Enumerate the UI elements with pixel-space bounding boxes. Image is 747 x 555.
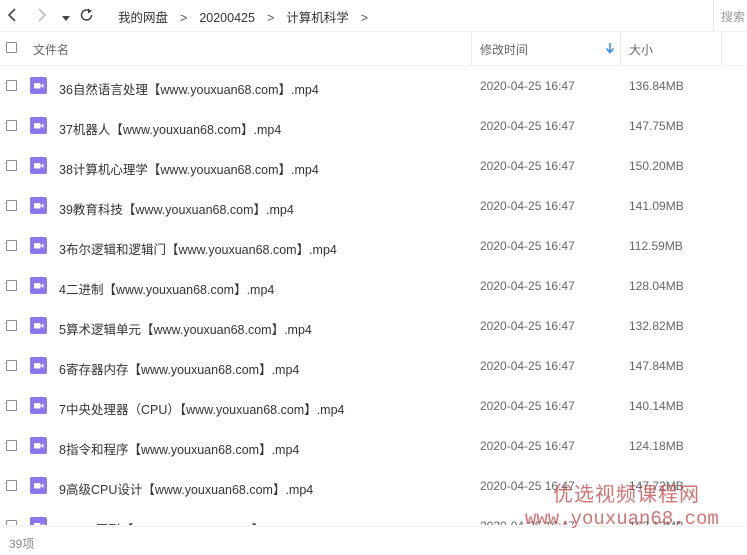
row-checkbox[interactable] bbox=[6, 200, 17, 211]
file-name[interactable]: 7中央处理器（CPU）【www.youxuan68.com】.mp4 bbox=[59, 399, 345, 418]
file-name[interactable]: 5算术逻辑单元【www.youxuan68.com】.mp4 bbox=[59, 319, 312, 338]
file-name[interactable]: 39教育科技【www.youxuan68.com】.mp4 bbox=[59, 199, 294, 218]
file-modified-time: 2020-04-25 16:47 bbox=[480, 199, 575, 213]
file-name[interactable]: 27_3D图形【www.youxuan68.com】.mp4 bbox=[59, 519, 292, 525]
table-row[interactable]: 4二进制【www.youxuan68.com】.mp4 2020-04-25 16… bbox=[0, 266, 747, 306]
column-divider[interactable] bbox=[721, 31, 722, 65]
breadcrumb-item[interactable]: 计算机科学 bbox=[286, 7, 349, 26]
file-modified-time: 2020-04-25 16:47 bbox=[480, 359, 575, 373]
back-arrow-icon[interactable] bbox=[6, 6, 20, 24]
search-input[interactable]: 搜索 bbox=[713, 0, 747, 31]
file-modified-time: 2020-04-25 16:47 bbox=[480, 279, 575, 293]
column-divider[interactable] bbox=[471, 31, 472, 65]
video-file-icon bbox=[30, 397, 47, 414]
select-all-checkbox[interactable] bbox=[6, 42, 17, 53]
table-row[interactable]: 8指令和程序【www.youxuan68.com】.mp4 2020-04-25 … bbox=[0, 426, 747, 466]
file-name[interactable]: 38计算机心理学【www.youxuan68.com】.mp4 bbox=[59, 159, 319, 178]
video-file-icon bbox=[30, 197, 47, 214]
breadcrumb-separator: > bbox=[180, 11, 188, 25]
file-size: 136.84MB bbox=[629, 79, 684, 93]
file-size: 147.75MB bbox=[629, 119, 684, 133]
file-modified-time: 2020-04-25 16:47 bbox=[480, 239, 575, 253]
item-count: 39项 bbox=[9, 537, 35, 551]
file-modified-time: 2020-04-25 16:47 bbox=[480, 399, 575, 413]
file-size: 147.84MB bbox=[629, 359, 684, 373]
file-list: 36自然语言处理【www.youxuan68.com】.mp4 2020-04-2… bbox=[0, 66, 747, 525]
row-checkbox[interactable] bbox=[6, 280, 17, 291]
watermark-url: www.youxuan68.com bbox=[525, 508, 719, 530]
forward-arrow-icon[interactable] bbox=[34, 6, 48, 24]
table-row[interactable]: 39教育科技【www.youxuan68.com】.mp4 2020-04-25 … bbox=[0, 186, 747, 226]
row-checkbox[interactable] bbox=[6, 480, 17, 491]
refresh-icon[interactable] bbox=[79, 6, 95, 24]
table-row[interactable]: 37机器人【www.youxuan68.com】.mp4 2020-04-25 1… bbox=[0, 106, 747, 146]
file-size: 140.14MB bbox=[629, 399, 684, 413]
table-row[interactable]: 36自然语言处理【www.youxuan68.com】.mp4 2020-04-2… bbox=[0, 66, 747, 106]
video-file-icon bbox=[30, 237, 47, 254]
row-checkbox[interactable] bbox=[6, 240, 17, 251]
toolbar: 我的网盘 >20200425 > 计算机科学 > 搜索 bbox=[0, 0, 747, 32]
table-row[interactable]: 38计算机心理学【www.youxuan68.com】.mp4 2020-04-2… bbox=[0, 146, 747, 186]
column-header-time[interactable]: 修改时间 bbox=[480, 41, 528, 58]
breadcrumb-item[interactable]: 我的网盘 bbox=[118, 7, 168, 26]
list-header: 文件名 修改时间 大小 bbox=[0, 31, 747, 66]
file-size: 124.18MB bbox=[629, 439, 684, 453]
video-file-icon bbox=[30, 357, 47, 374]
file-name[interactable]: 37机器人【www.youxuan68.com】.mp4 bbox=[59, 119, 281, 138]
column-divider[interactable] bbox=[620, 31, 621, 65]
history-dropdown-icon[interactable] bbox=[61, 9, 71, 27]
file-name[interactable]: 8指令和程序【www.youxuan68.com】.mp4 bbox=[59, 439, 299, 458]
video-file-icon bbox=[30, 317, 47, 334]
file-size: 141.09MB bbox=[629, 199, 684, 213]
table-row[interactable]: 6寄存器内存【www.youxuan68.com】.mp4 2020-04-25 … bbox=[0, 346, 747, 386]
file-name[interactable]: 4二进制【www.youxuan68.com】.mp4 bbox=[59, 279, 274, 298]
sort-desc-icon[interactable] bbox=[604, 41, 616, 55]
breadcrumb-separator: > bbox=[360, 11, 369, 25]
file-name[interactable]: 36自然语言处理【www.youxuan68.com】.mp4 bbox=[59, 79, 319, 98]
row-checkbox[interactable] bbox=[6, 120, 17, 131]
row-checkbox[interactable] bbox=[6, 320, 17, 331]
file-name[interactable]: 9高级CPU设计【www.youxuan68.com】.mp4 bbox=[59, 479, 313, 498]
watermark-title: 优选视频课程网 bbox=[553, 484, 700, 506]
video-file-icon bbox=[30, 117, 47, 134]
breadcrumb-separator: > bbox=[266, 11, 275, 25]
file-modified-time: 2020-04-25 16:47 bbox=[480, 319, 575, 333]
file-size: 112.59MB bbox=[629, 239, 683, 253]
file-size: 150.20MB bbox=[629, 159, 684, 173]
search-placeholder: 搜索 bbox=[721, 10, 746, 24]
video-file-icon bbox=[30, 437, 47, 454]
row-checkbox[interactable] bbox=[6, 80, 17, 91]
file-size: 128.04MB bbox=[629, 279, 684, 293]
row-checkbox[interactable] bbox=[6, 160, 17, 171]
file-modified-time: 2020-04-25 16:47 bbox=[480, 119, 575, 133]
file-size: 132.82MB bbox=[629, 319, 684, 333]
row-checkbox[interactable] bbox=[6, 360, 17, 371]
row-checkbox[interactable] bbox=[6, 440, 17, 451]
video-file-icon bbox=[30, 277, 47, 294]
file-name[interactable]: 6寄存器内存【www.youxuan68.com】.mp4 bbox=[59, 359, 299, 378]
video-file-icon bbox=[30, 477, 47, 494]
file-modified-time: 2020-04-25 16:47 bbox=[480, 159, 575, 173]
column-header-name[interactable]: 文件名 bbox=[33, 41, 69, 58]
video-file-icon bbox=[30, 77, 47, 94]
table-row[interactable]: 3布尔逻辑和逻辑门【www.youxuan68.com】.mp4 2020-04-… bbox=[0, 226, 747, 266]
row-checkbox[interactable] bbox=[6, 400, 17, 411]
video-file-icon bbox=[30, 157, 47, 174]
column-header-size[interactable]: 大小 bbox=[629, 41, 653, 58]
breadcrumb-item[interactable]: 20200425 bbox=[199, 11, 255, 25]
breadcrumb: 我的网盘 >20200425 > 计算机科学 > bbox=[118, 7, 380, 26]
table-row[interactable]: 7中央处理器（CPU）【www.youxuan68.com】.mp4 2020-0… bbox=[0, 386, 747, 426]
file-modified-time: 2020-04-25 16:47 bbox=[480, 79, 575, 93]
watermark: 优选视频课程网 www.youxuan68.com bbox=[525, 483, 719, 531]
file-modified-time: 2020-04-25 16:47 bbox=[480, 439, 575, 453]
video-file-icon bbox=[30, 517, 47, 525]
file-name[interactable]: 3布尔逻辑和逻辑门【www.youxuan68.com】.mp4 bbox=[59, 239, 337, 258]
table-row[interactable]: 5算术逻辑单元【www.youxuan68.com】.mp4 2020-04-25… bbox=[0, 306, 747, 346]
row-checkbox[interactable] bbox=[6, 520, 17, 525]
